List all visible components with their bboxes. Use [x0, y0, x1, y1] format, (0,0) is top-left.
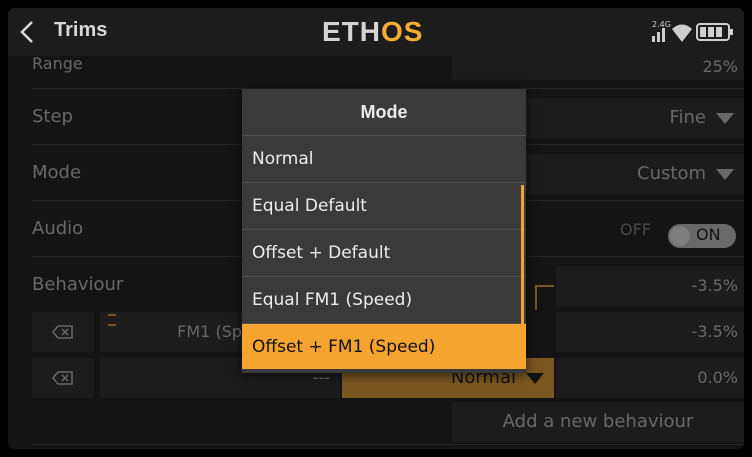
- connector-line: [535, 285, 554, 310]
- logo-text-part2: OS: [381, 16, 424, 47]
- top-bar: Trims ETHOS 2.4G: [8, 8, 744, 56]
- chevron-left-icon[interactable]: [18, 20, 36, 44]
- battery-icon: [696, 23, 733, 41]
- ethos-logo: ETHOS: [322, 16, 423, 48]
- behaviour-header-value: -3.5%: [556, 266, 744, 306]
- step-value: Fine: [669, 107, 706, 128]
- behaviour-row-1-source[interactable]: FM1 (Sp: [100, 312, 250, 352]
- mode-label: Mode: [32, 162, 82, 183]
- popup-title: Mode: [360, 102, 408, 122]
- mode-option-offset-fm1[interactable]: Offset + FM1 (Speed): [242, 323, 526, 369]
- page-title: Trims: [54, 19, 108, 41]
- chevron-down-icon: [716, 168, 734, 180]
- signal-icon: [652, 28, 665, 42]
- behaviour-label: Behaviour: [32, 274, 124, 295]
- clear-icon: [52, 325, 73, 339]
- mode-popup: Mode Normal Equal Default Offset + Defau…: [242, 89, 526, 373]
- audio-on-label: ON: [696, 225, 721, 244]
- audio-label: Audio: [32, 218, 84, 239]
- range-value[interactable]: 25%: [452, 56, 744, 80]
- step-label: Step: [32, 106, 73, 127]
- behaviour-row-1-value[interactable]: -3.5%: [556, 312, 744, 352]
- behaviour-row-2-clear-button[interactable]: [32, 358, 94, 398]
- drag-handle-icon[interactable]: [108, 314, 116, 326]
- popup-scrollbar[interactable]: [521, 185, 524, 333]
- mode-option-normal[interactable]: Normal: [242, 135, 526, 181]
- mode-option-offset-default[interactable]: Offset + Default: [242, 229, 526, 275]
- chevron-down-icon: [716, 112, 734, 124]
- logo-text-part1: ETH: [322, 16, 381, 47]
- status-icons: 2.4G: [640, 18, 736, 46]
- mode-option-equal-default[interactable]: Equal Default: [242, 182, 526, 228]
- add-behaviour-button[interactable]: Add a new behaviour: [452, 402, 744, 442]
- audio-off-label: OFF: [620, 220, 651, 239]
- audio-toggle[interactable]: ON: [668, 224, 736, 248]
- behaviour-row-1-clear-button[interactable]: [32, 312, 94, 352]
- screen: Trims ETHOS 2.4G Range 25% Step Fine Mod…: [8, 8, 744, 449]
- toggle-knob: [670, 226, 690, 246]
- range-label: Range: [32, 54, 83, 73]
- wifi-icon: [672, 24, 692, 42]
- behaviour-row-2-value[interactable]: 0.0%: [556, 358, 744, 398]
- mode-value: Custom: [637, 163, 706, 184]
- chevron-down-icon: [526, 372, 544, 384]
- divider: [32, 444, 744, 445]
- clear-icon: [52, 371, 73, 385]
- mode-option-equal-fm1[interactable]: Equal FM1 (Speed): [242, 276, 526, 322]
